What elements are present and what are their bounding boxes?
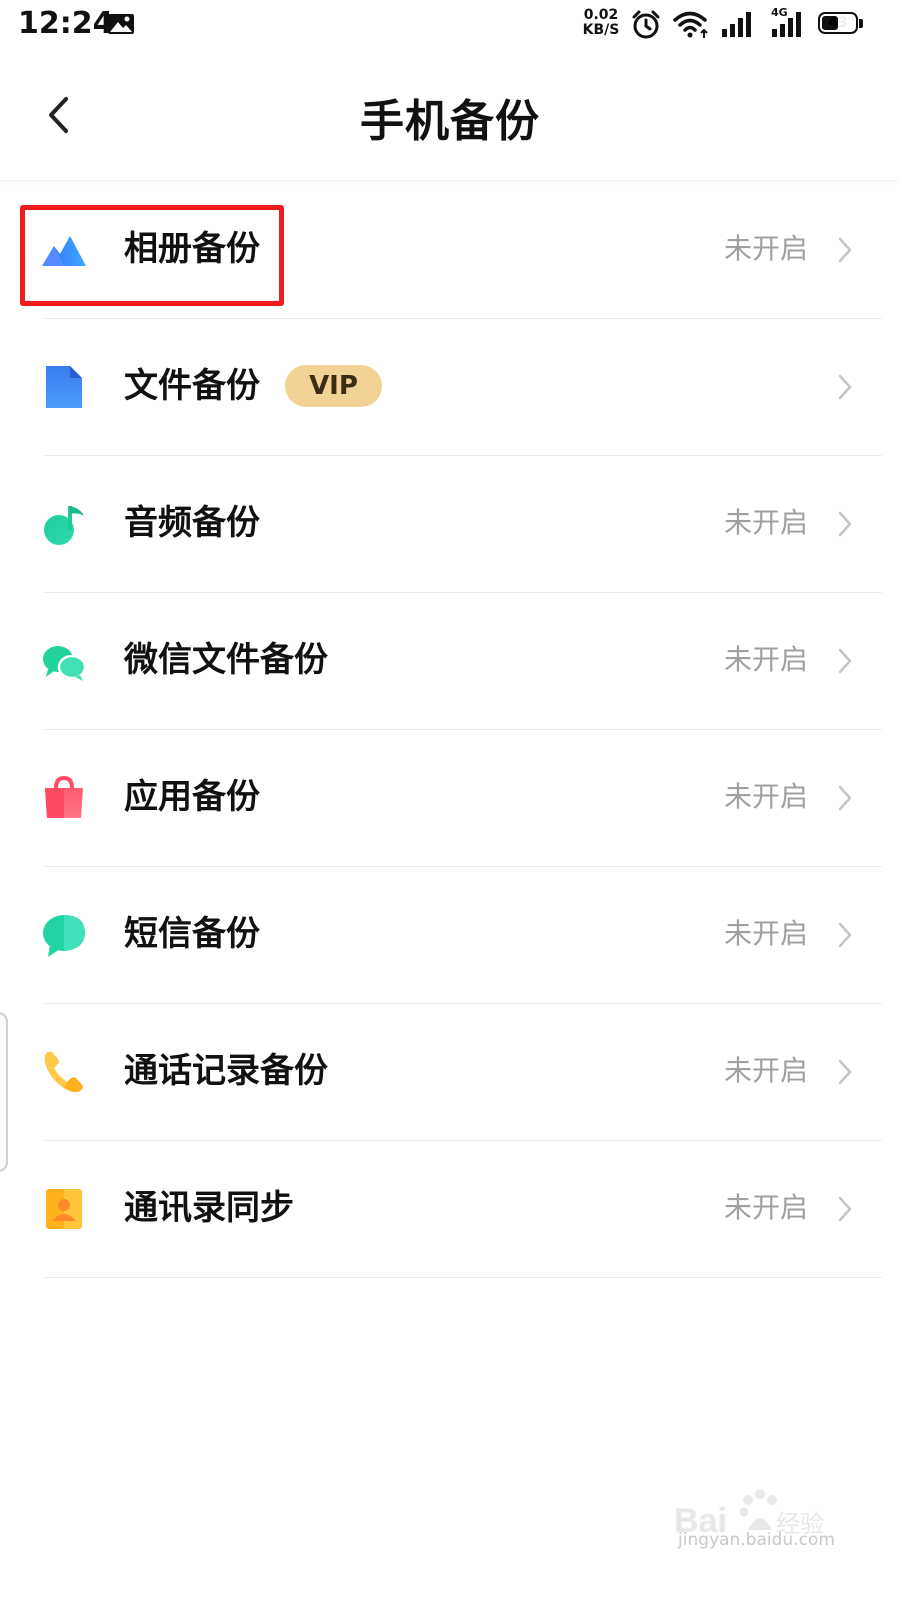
net-speed: 0.02 KB/S [580,8,622,38]
watermark-url: jingyan.baidu.com [678,1530,835,1550]
screen: 12:24 0.02 KB/S 4G 43 手机备份 相册备份 未开启 文件备份… [0,0,900,1600]
chevron-right-icon [838,1196,852,1222]
signal-4g-icon [772,12,801,37]
net-speed-unit: KB/S [582,22,620,38]
item-status: 未开启 [723,780,808,813]
shopping-bag-icon [45,775,83,818]
item-label: 通话记录备份 [124,1051,328,1091]
chevron-right-icon [838,1059,852,1085]
list-item-photo-backup[interactable]: 相册备份 未开启 [0,182,900,319]
side-edge-handle[interactable] [0,1012,8,1172]
net-speed-value: 0.02 [583,7,619,23]
item-label: 相册备份 [124,229,260,269]
item-status: 未开启 [723,917,808,950]
item-status: 未开启 [723,1191,808,1224]
vip-badge: VIP [285,365,382,407]
phone-icon [44,1051,83,1093]
item-status: 未开启 [723,506,808,539]
message-bubble-icon [43,915,85,957]
backup-list: 相册备份 未开启 文件备份 VIP 音频备份 未开启 微信文件备份 未开启 应用… [0,182,900,1278]
list-item-call-log-backup[interactable]: 通话记录备份 未开启 [0,1004,900,1141]
photo-notification-icon [108,14,134,34]
item-label: 文件备份 [124,366,260,406]
music-note-icon [44,506,84,545]
chevron-right-icon [838,922,852,948]
chevron-right-icon [838,785,852,811]
item-status: 未开启 [723,643,808,676]
contact-card-icon [46,1189,82,1229]
chevron-right-icon [838,511,852,537]
battery-level: 43 [828,15,848,31]
item-label: 通讯录同步 [124,1188,294,1228]
alarm-icon [632,10,660,39]
item-status: 未开启 [723,232,808,265]
file-icon [46,366,82,408]
item-label: 应用备份 [124,777,260,817]
list-item-wechat-backup[interactable]: 微信文件备份 未开启 [0,593,900,730]
chevron-right-icon [838,237,852,263]
chevron-right-icon [838,374,852,400]
list-item-file-backup[interactable]: 文件备份 VIP [0,319,900,456]
wifi-icon [673,11,708,38]
divider [44,1277,882,1278]
wechat-icon [43,646,87,681]
chevron-right-icon [838,648,852,674]
photo-album-icon [42,236,86,266]
list-item-app-backup[interactable]: 应用备份 未开启 [0,730,900,867]
page-title: 手机备份 [360,96,540,147]
status-time: 12:24 [18,6,114,41]
item-label: 音频备份 [124,503,260,543]
list-item-audio-backup[interactable]: 音频备份 未开启 [0,456,900,593]
item-label: 短信备份 [124,914,260,954]
item-status: 未开启 [723,1054,808,1087]
item-label: 微信文件备份 [124,640,328,680]
battery-icon: 43 [818,12,864,36]
list-item-sms-backup[interactable]: 短信备份 未开启 [0,867,900,1004]
signal-icon [722,12,751,37]
list-item-contacts-sync[interactable]: 通讯录同步 未开启 [0,1141,900,1278]
header: 手机备份 [0,52,900,181]
status-bar: 12:24 0.02 KB/S 4G 43 [0,0,900,48]
